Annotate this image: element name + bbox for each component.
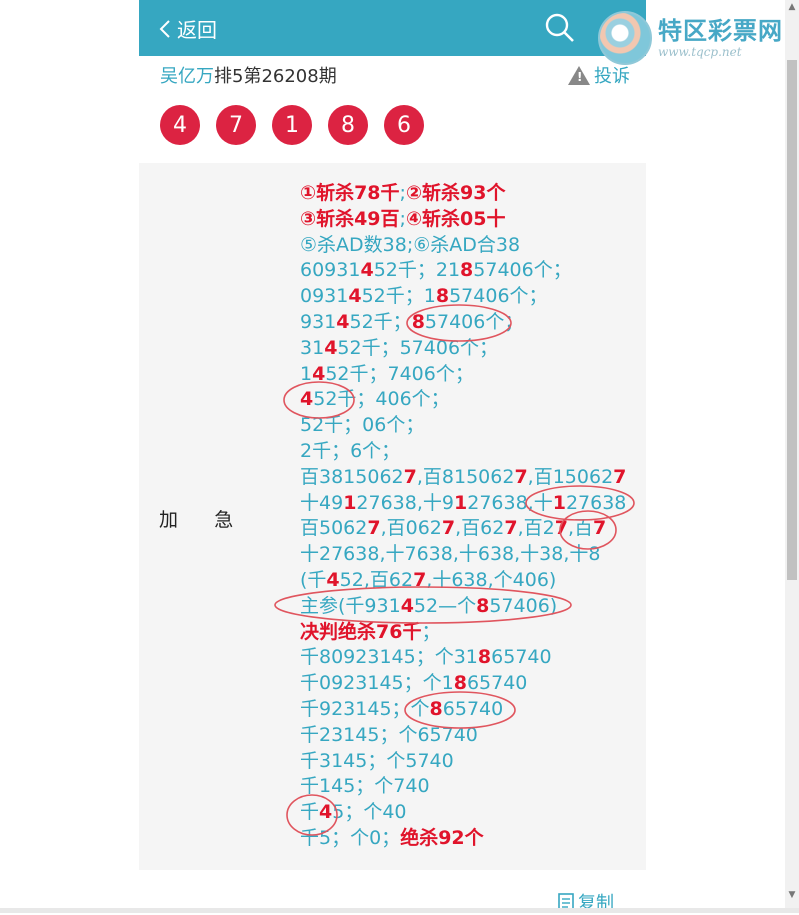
prediction-text: ①斩杀78千;②斩杀93个 ③斩杀49百;④斩杀05十 ⑤杀AD数38;⑥杀AD合3… (300, 181, 626, 852)
prediction-line: 452千；406个； (300, 388, 450, 411)
prediction-line: 千923145；个865740 (300, 697, 504, 720)
section-label: 加 急 (159, 509, 234, 531)
back-button[interactable]: 返回 (159, 14, 217, 43)
warning-icon: ! (568, 65, 590, 85)
prediction-line: 百50627,百0627,百627,百27,百7 (300, 517, 607, 540)
prediction-line: ①斩杀78千;②斩杀93个 (300, 182, 506, 204)
logo-url: www.tqcp.net (658, 45, 742, 59)
search-icon[interactable] (544, 12, 576, 44)
prediction-line: 千23145；个65740 (300, 723, 478, 746)
page-margin-left (0, 0, 139, 913)
prediction-line: 2千；6个； (300, 439, 401, 462)
result-ball: 4 (160, 105, 200, 145)
prediction-line: 31452千；57406个； (300, 336, 499, 359)
scrollbar-thumb[interactable] (787, 60, 797, 580)
prediction-line: 52千；06个； (300, 414, 425, 437)
prediction-line: 千45；个40 (300, 801, 407, 824)
vertical-scrollbar[interactable]: ▲ ▼ (785, 0, 799, 913)
scroll-up-icon[interactable]: ▲ (787, 2, 797, 12)
complaint-button[interactable]: ! 投诉 (568, 62, 630, 88)
complaint-label: 投诉 (594, 66, 630, 87)
result-ball: 1 (272, 105, 312, 145)
result-balls: 4 7 1 8 6 (160, 105, 440, 145)
result-ball: 6 (384, 105, 424, 145)
prediction-line: (千452,百627,十638,个406) (300, 568, 557, 591)
prediction-line: 十49127638,十9127638,十127638 (300, 491, 627, 514)
logo-emblem-icon (598, 11, 652, 65)
prediction-line: 千0923145；个1865740 (300, 672, 528, 695)
scroll-down-icon[interactable]: ▼ (787, 890, 797, 900)
logo-title: 特区彩票网 (658, 17, 783, 45)
issue-title: 排5第26208期 (214, 66, 337, 87)
page-margin-right (646, 0, 799, 913)
prediction-line: 931452千；857406个； (300, 310, 524, 333)
prediction-line: 千145；个740 (300, 775, 430, 798)
chevron-left-icon (159, 19, 170, 38)
top-bar: 返回 (139, 0, 646, 56)
prediction-panel: 加 急 ①斩杀78千;②斩杀93个 ③斩杀49百;④斩杀05十 ⑤杀AD数38;⑥杀… (139, 163, 646, 870)
result-ball: 7 (216, 105, 256, 145)
prediction-line: 主参(千931452—个857406) (300, 594, 558, 617)
prediction-line: 千80923145；个31865740 (300, 646, 552, 669)
prediction-line: 千5；个0；绝杀92个 (300, 826, 484, 849)
prediction-line: 1452千；7406个； (300, 362, 474, 385)
prediction-line: ③斩杀49百;④斩杀05十 (300, 207, 506, 230)
prediction-line: ⑤杀AD数38;⑥杀AD合38 (300, 233, 521, 256)
prediction-line: 0931452千；1857406个； (300, 285, 548, 308)
prediction-line: 决判绝杀76千； (300, 620, 441, 643)
prediction-line: 十27638,十7638,十638,十38,十8 (300, 543, 601, 566)
prediction-line: 百38150627,百8150627,百150627 (300, 465, 627, 488)
horizontal-scrollbar[interactable] (0, 908, 799, 913)
author-link[interactable]: 吴亿万 (160, 66, 214, 87)
back-label: 返回 (177, 18, 217, 42)
prediction-line: 60931452千；21857406个； (300, 259, 572, 282)
post-title-row: 吴亿万排5第26208期 ! 投诉 (160, 62, 630, 90)
prediction-line: 千3145；个5740 (300, 749, 454, 772)
site-logo: 特区彩票网 www.tqcp.net (598, 8, 799, 68)
result-ball: 8 (328, 105, 368, 145)
